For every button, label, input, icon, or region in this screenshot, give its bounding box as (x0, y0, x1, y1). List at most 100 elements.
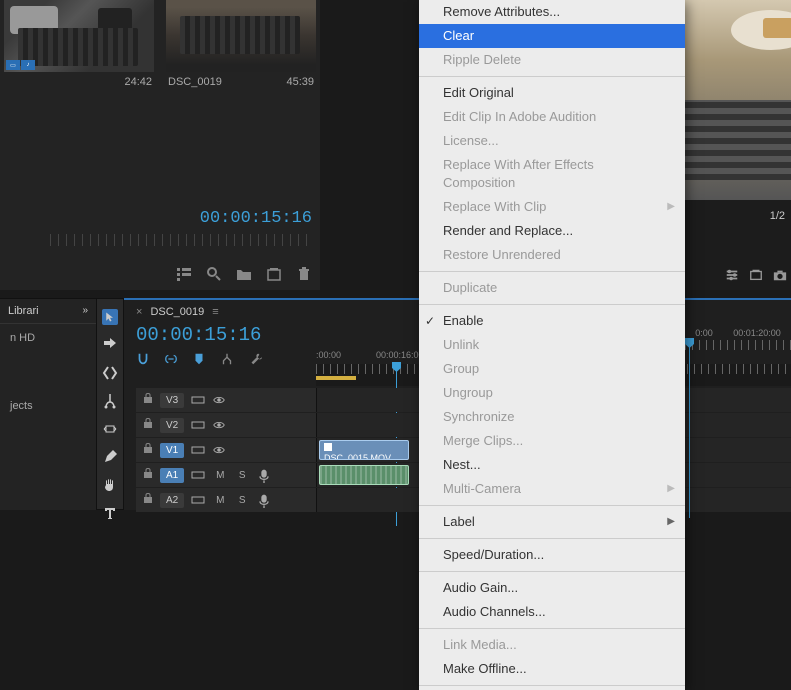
menu-item[interactable]: Nest... (419, 453, 685, 477)
settings-icon[interactable] (725, 268, 739, 282)
expand-icon[interactable]: » (82, 305, 88, 317)
menu-separator (419, 685, 685, 686)
menu-item[interactable]: Label▶ (419, 510, 685, 534)
menu-item[interactable]: Audio Channels... (419, 600, 685, 624)
library-item[interactable]: n HD (0, 324, 96, 352)
type-tool-icon[interactable] (102, 505, 118, 521)
lock-icon[interactable] (142, 466, 154, 484)
submenu-arrow-icon: ▶ (667, 513, 675, 531)
menu-item-label: Synchronize (443, 409, 515, 424)
program-image (685, 0, 791, 200)
camera-icon[interactable] (773, 268, 787, 282)
selection-tool-icon[interactable] (102, 309, 118, 325)
menu-item[interactable]: Remove Attributes... (419, 0, 685, 24)
project-thumb[interactable]: DSC_0019 45:39 (166, 0, 316, 92)
snap-icon[interactable] (136, 352, 150, 366)
menu-item: Restore Unrendered (419, 243, 685, 267)
project-thumb[interactable]: ▭ ♪ 24:42 (4, 0, 154, 92)
lock-icon[interactable] (142, 391, 154, 409)
playhead[interactable] (689, 338, 690, 518)
slip-tool-icon[interactable] (102, 421, 118, 437)
lock-icon[interactable] (142, 441, 154, 459)
voiceover-icon[interactable] (256, 467, 272, 483)
menu-item-label: Audio Gain... (443, 580, 518, 595)
libraries-tab[interactable]: Librari » (0, 299, 96, 324)
menu-separator (419, 304, 685, 305)
context-menu: Remove Attributes...ClearRipple DeleteEd… (419, 0, 685, 690)
source-scrubber[interactable] (50, 234, 312, 246)
track-label[interactable]: V3 (160, 393, 184, 408)
menu-item[interactable]: ✓Enable (419, 309, 685, 333)
menu-item-label: Restore Unrendered (443, 247, 561, 262)
menu-item-label: Merge Clips... (443, 433, 523, 448)
thumb-image: ▭ ♪ (4, 0, 154, 72)
add-marker-icon[interactable] (192, 352, 206, 366)
wrench-icon[interactable] (248, 352, 262, 366)
solo-toggle[interactable]: S (234, 492, 250, 508)
timeline-tools (96, 298, 124, 510)
menu-item: License... (419, 129, 685, 153)
menu-item[interactable]: Clear (419, 24, 685, 48)
timeline-settings-icon[interactable] (220, 352, 234, 366)
submenu-arrow-icon: ▶ (667, 480, 675, 498)
source-patch-icon[interactable] (190, 417, 206, 433)
razor-tool-icon[interactable] (102, 393, 118, 409)
new-bin-icon[interactable] (236, 266, 252, 282)
toggle-output-icon[interactable] (212, 442, 226, 458)
track-label[interactable]: V2 (160, 418, 184, 433)
menu-item-label: Speed/Duration... (443, 547, 544, 562)
new-item-icon[interactable] (266, 266, 282, 282)
mute-toggle[interactable]: M (212, 492, 228, 508)
menu-separator (419, 571, 685, 572)
video-clip[interactable]: DSC_0015.MOV (319, 440, 409, 460)
source-patch-icon[interactable] (190, 442, 206, 458)
thumb-duration: 45:39 (286, 76, 314, 88)
hand-tool-icon[interactable] (102, 477, 118, 493)
audio-clip[interactable] (319, 465, 409, 485)
trash-icon[interactable] (296, 266, 312, 282)
project-panel: ▭ ♪ 24:42 DSC_0019 45:39 00:00:15:16 (0, 0, 320, 290)
close-sequence-icon[interactable]: × (136, 306, 142, 318)
track-select-tool-icon[interactable] (102, 337, 118, 353)
voiceover-icon[interactable] (256, 492, 272, 508)
search-icon[interactable] (206, 266, 222, 282)
menu-separator (419, 628, 685, 629)
list-view-icon[interactable] (176, 266, 192, 282)
track-label[interactable]: A1 (160, 468, 184, 483)
menu-item[interactable]: Edit Original (419, 81, 685, 105)
export-frame-icon[interactable] (749, 268, 763, 282)
ripple-edit-tool-icon[interactable] (102, 365, 118, 381)
lock-icon[interactable] (142, 491, 154, 509)
source-patch-icon[interactable] (190, 492, 206, 508)
source-patch-icon[interactable] (190, 392, 206, 408)
sequence-menu-icon[interactable]: ≡ (212, 306, 219, 318)
program-monitor: 1/2 (685, 0, 791, 290)
thumb-duration: 24:42 (124, 76, 152, 88)
toggle-output-icon[interactable] (212, 417, 226, 433)
library-item[interactable]: jects (0, 392, 96, 420)
track-label[interactable]: A2 (160, 493, 184, 508)
menu-item: Replace With After Effects Composition (419, 153, 685, 195)
menu-item[interactable]: Make Offline... (419, 657, 685, 681)
lock-icon[interactable] (142, 416, 154, 434)
toggle-output-icon[interactable] (212, 392, 226, 408)
sequence-name[interactable]: DSC_0019 (150, 306, 204, 318)
linked-selection-icon[interactable] (164, 352, 178, 366)
zoom-level[interactable]: 1/2 (770, 210, 785, 222)
menu-item[interactable]: Speed/Duration... (419, 543, 685, 567)
source-patch-icon[interactable] (190, 467, 206, 483)
mute-toggle[interactable]: M (212, 467, 228, 483)
menu-item[interactable]: Audio Gain... (419, 576, 685, 600)
menu-item[interactable]: Render and Replace... (419, 219, 685, 243)
menu-item-label: Edit Original (443, 85, 514, 100)
menu-item: Edit Clip In Adobe Audition (419, 105, 685, 129)
pen-tool-icon[interactable] (102, 449, 118, 465)
track-label[interactable]: V1 (160, 443, 184, 458)
menu-item-label: Duplicate (443, 280, 497, 295)
solo-toggle[interactable]: S (234, 467, 250, 483)
menu-item-label: Make Offline... (443, 661, 527, 676)
menu-item: Link Media... (419, 633, 685, 657)
menu-separator (419, 271, 685, 272)
menu-item-label: Multi-Camera (443, 481, 521, 496)
program-ruler[interactable]: 0:00 00:01:20:00 (685, 328, 791, 352)
